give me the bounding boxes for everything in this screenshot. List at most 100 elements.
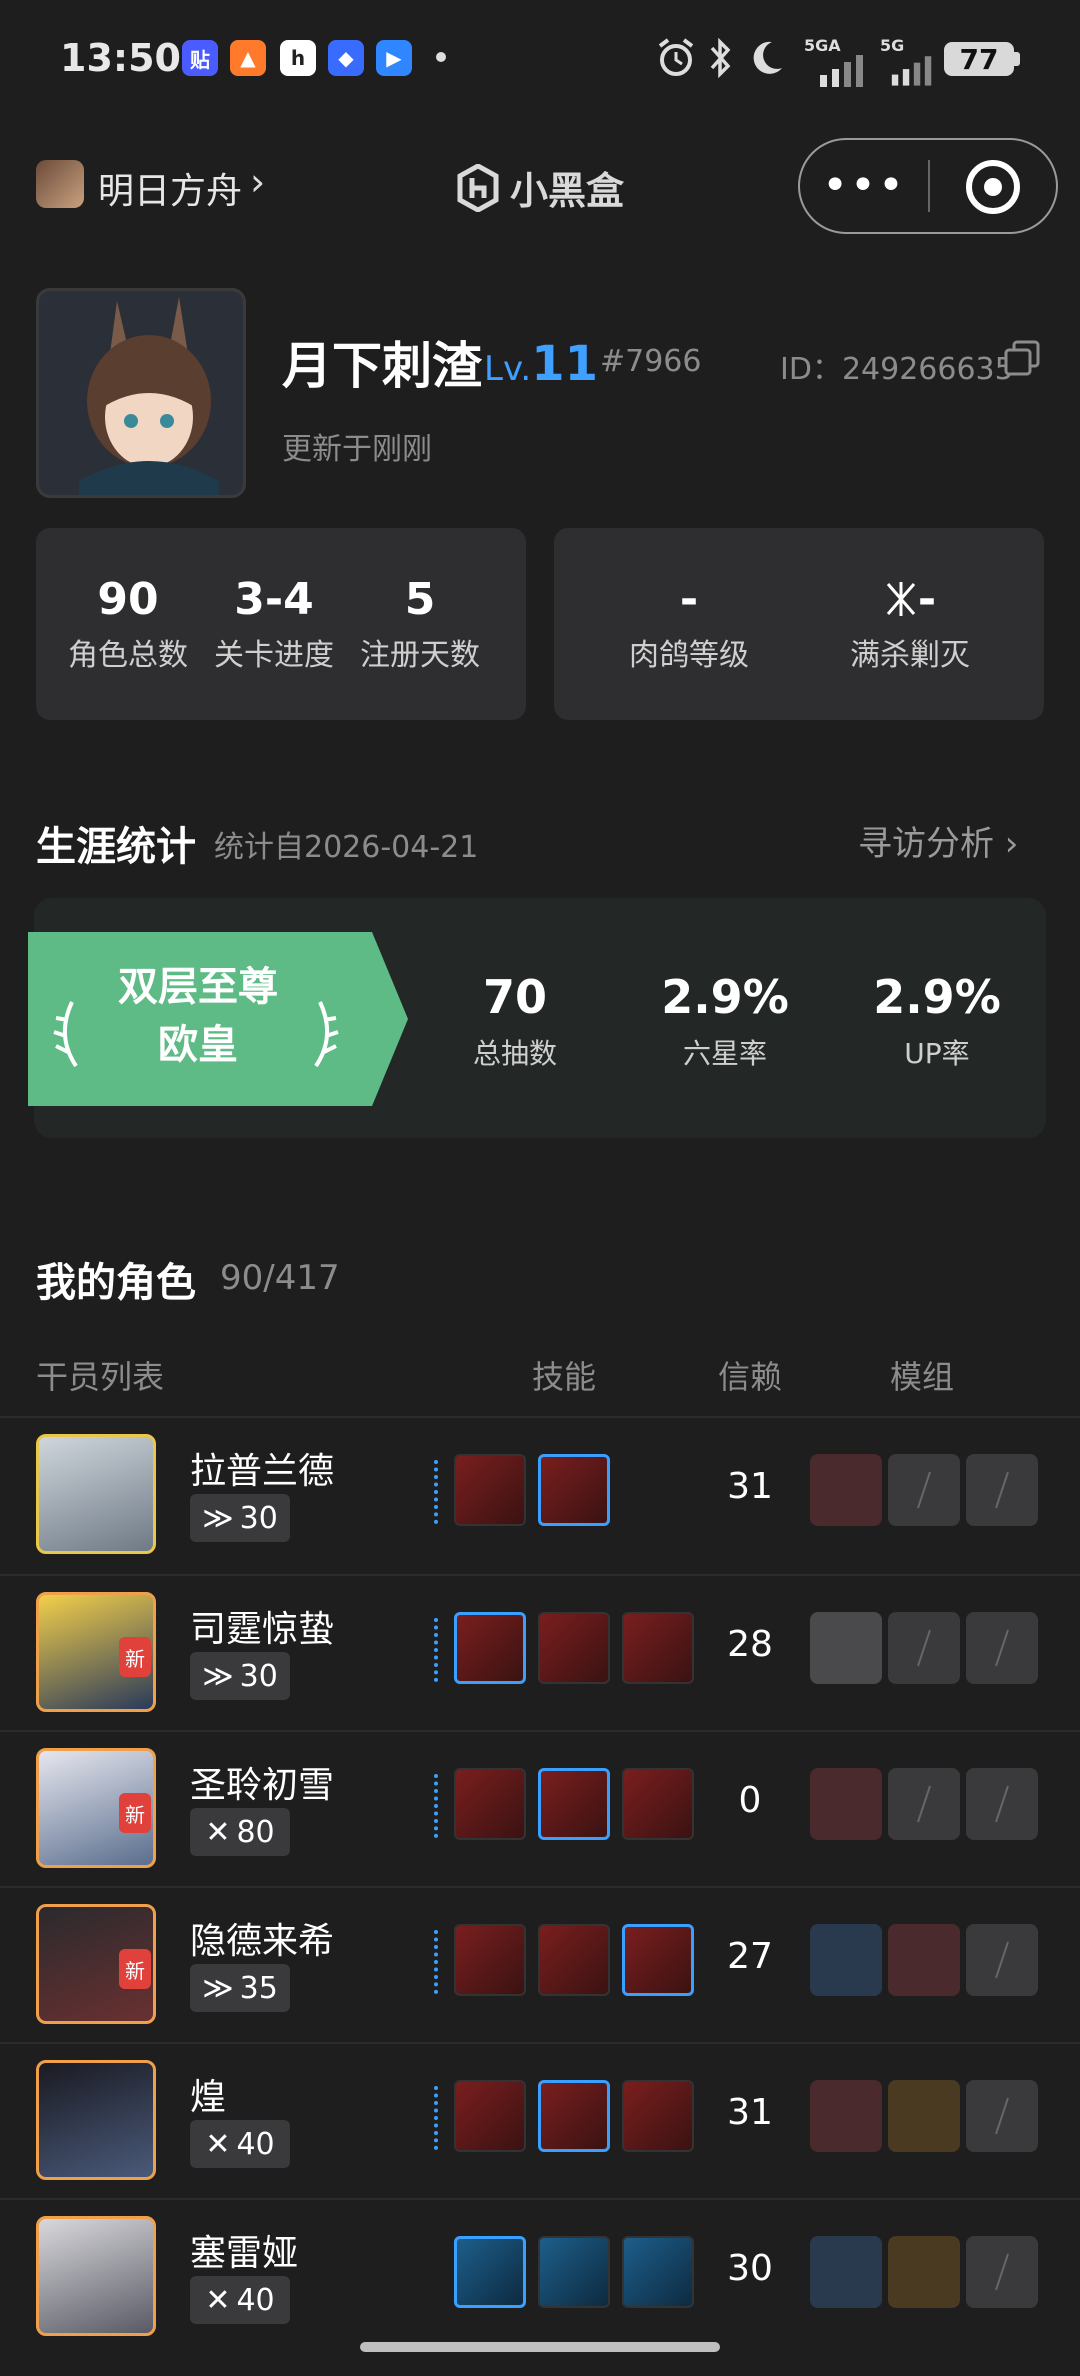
badge-line-2: 欧皇 (158, 1022, 238, 1068)
skill-icon[interactable] (454, 1454, 526, 1526)
new-badge: 新 (119, 1637, 151, 1677)
operator-row[interactable]: 塞雷娅 ✕ 40 30 (0, 2200, 1080, 2356)
operator-portrait (36, 2216, 156, 2336)
skill-icon-selected[interactable] (538, 1454, 610, 1526)
skill-icon-selected[interactable] (538, 1768, 610, 1840)
app-notification-icon: h (280, 40, 316, 76)
battery-tip (1014, 52, 1020, 66)
copy-icon[interactable] (1004, 340, 1040, 376)
skill-icon[interactable] (538, 2236, 610, 2308)
elite-icon: ≫ (202, 1658, 234, 1694)
column-header-skills: 技能 (532, 1358, 597, 1396)
elite-icon: ✕ (205, 2126, 231, 2162)
module-empty-slot (966, 2236, 1038, 2308)
operator-trust: 27 (727, 1936, 773, 1977)
operator-name: 隐德来希 (190, 1921, 335, 1962)
badge-line-1: 双层至尊 (118, 964, 278, 1010)
operator-trust: 28 (727, 1624, 773, 1665)
operator-row[interactable]: 新 隐德来希 ≫ 35 27 (0, 1888, 1080, 2044)
user-tag: #7966 (600, 344, 702, 379)
operator-trust: 31 (727, 2092, 773, 2133)
home-indicator[interactable] (360, 2342, 720, 2352)
user-avatar[interactable] (36, 288, 246, 498)
elite-icon: ✕ (205, 2282, 231, 2318)
operator-portrait (36, 2060, 156, 2180)
operator-trust: 0 (738, 1780, 762, 1821)
skill-icon-selected[interactable] (538, 2080, 610, 2152)
operator-row[interactable]: 新 圣聆初雪 ✕ 80 0 (0, 1732, 1080, 1888)
operator-portrait: 新 (36, 1904, 156, 2024)
skill-icon[interactable] (622, 1768, 694, 1840)
module-x-icon[interactable] (810, 2080, 882, 2152)
module-x-icon[interactable] (810, 2236, 882, 2308)
operator-row[interactable]: 煌 ✕ 40 31 (0, 2044, 1080, 2200)
operator-level-badge: ≫ 30 (190, 1652, 290, 1700)
more-icon[interactable]: ••• (822, 150, 904, 220)
skill-icon-selected[interactable] (454, 1612, 526, 1684)
module-x-icon[interactable] (810, 1612, 882, 1684)
module-y-icon[interactable] (810, 1768, 882, 1840)
battery-indicator: 77 (944, 42, 1014, 76)
operator-level: 30 (239, 1500, 278, 1536)
roster-count: 90/417 (220, 1258, 340, 1298)
stat-value: 90 (97, 574, 159, 625)
stat-label: 注册天数 (360, 638, 480, 674)
module-empty-slot (966, 1768, 1038, 1840)
operator-level: 40 (236, 2282, 275, 2318)
skill-icon[interactable] (454, 1768, 526, 1840)
module-x-icon[interactable] (810, 1924, 882, 1996)
chevron-right-icon[interactable]: › (250, 160, 265, 204)
career-total-pulls: 70 总抽数 (440, 970, 590, 1072)
career-stat-value: 2.9% (661, 970, 789, 1024)
user-id: ID：249266635 (780, 352, 1014, 387)
badge-title: 双层至尊 欧皇 (28, 958, 368, 1074)
module-y-icon[interactable] (888, 1924, 960, 1996)
skill-icon[interactable] (538, 1612, 610, 1684)
annihilation-icon (886, 582, 915, 616)
game-icon[interactable] (36, 160, 84, 208)
gacha-analysis-label: 寻访分析 (858, 824, 994, 864)
operator-level-badge: ✕ 40 (190, 2276, 290, 2324)
alarm-icon (658, 38, 694, 76)
skill-icon[interactable] (538, 1924, 610, 1996)
level-prefix: Lv. (484, 349, 532, 389)
module-x-icon[interactable] (810, 1454, 882, 1526)
skill-icon[interactable] (622, 2080, 694, 2152)
skill-icon-selected[interactable] (622, 1924, 694, 1996)
operator-row[interactable]: 拉普兰德 ≫ 30 31 (0, 1418, 1080, 1574)
column-header-trust: 信赖 (718, 1358, 783, 1396)
close-target-icon[interactable] (966, 160, 1020, 214)
operator-level: 40 (236, 2126, 275, 2162)
stat-operators: 90 角色总数 (60, 574, 196, 674)
roster-title: 我的角色 (36, 1260, 196, 1306)
moon-icon (753, 41, 782, 74)
updated-time: 更新于刚刚 (282, 432, 432, 467)
signal-icon (820, 55, 863, 87)
skill-icon[interactable] (454, 1924, 526, 1996)
brand-logo: 小黑盒 (456, 160, 624, 215)
skill-icon-selected[interactable] (454, 2236, 526, 2308)
career-stat-value: 70 (482, 970, 547, 1024)
skill-icon[interactable] (622, 1612, 694, 1684)
gacha-analysis-link[interactable]: 寻访分析 › (858, 816, 1018, 865)
operator-row[interactable]: 新 司霆惊蛰 ≫ 30 28 (0, 1576, 1080, 1732)
skill-icon[interactable] (454, 2080, 526, 2152)
column-header-list: 干员列表 (36, 1358, 165, 1396)
module-y-icon[interactable] (888, 2080, 960, 2152)
brand-name: 小黑盒 (510, 169, 625, 213)
module-empty-slot (966, 1924, 1038, 1996)
module-y-icon[interactable] (888, 2236, 960, 2308)
career-stat-label: UP率 (904, 1037, 970, 1070)
career-stat-value: 2.9% (873, 970, 1001, 1024)
operator-name: 煌 (190, 2077, 227, 2118)
operator-portrait: 新 (36, 1592, 156, 1712)
app-notification-icon: ▲ (230, 40, 266, 76)
app-notification-icon: ◆ (328, 40, 364, 76)
operator-trust: 30 (727, 2248, 773, 2289)
app-notification-icon: ▶ (376, 40, 412, 76)
skill-icon[interactable] (622, 2236, 694, 2308)
game-name-link[interactable]: 明日方舟 (98, 162, 242, 214)
user-level: Lv.11 (484, 336, 598, 392)
skill-level-indicator (434, 1460, 442, 1524)
operator-name: 塞雷娅 (190, 2233, 299, 2274)
